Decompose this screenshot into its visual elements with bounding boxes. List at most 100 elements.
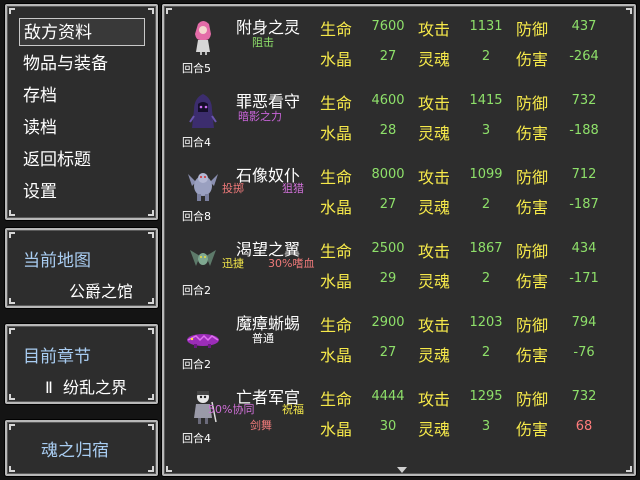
stat-value-def: 437 bbox=[571, 19, 597, 34]
enemy-skill: 普通 bbox=[252, 332, 274, 345]
frame-corner bbox=[9, 210, 15, 216]
frame-corner bbox=[166, 466, 172, 472]
stat-value-hp: 2900 bbox=[371, 315, 405, 330]
enemy-skill: 迅捷 bbox=[222, 257, 244, 270]
menu-item-enemy-info[interactable]: 敌方资料 bbox=[19, 18, 145, 46]
frame-corner bbox=[9, 424, 15, 430]
hooded-wraith-icon bbox=[186, 92, 220, 130]
stat-label-hp: 生命 bbox=[320, 242, 353, 261]
stat-label-crystal: 水晶 bbox=[320, 124, 353, 143]
stat-value-def: 434 bbox=[571, 241, 597, 256]
stat-value-dmg: -171 bbox=[569, 271, 599, 286]
stat-label-atk: 攻击 bbox=[418, 94, 451, 113]
stat-label-atk: 攻击 bbox=[418, 20, 451, 39]
enemy-row[interactable]: 回合4 罪恶看守 暗影之力 生命 4600 攻击 1415 防御 732 水晶 28 灵魂 3 伤害 -18… bbox=[164, 82, 634, 156]
stat-label-hp: 生命 bbox=[320, 316, 353, 335]
enemy-skill: 50%协同 bbox=[208, 403, 255, 416]
stat-label-crystal: 水晶 bbox=[320, 50, 353, 69]
stat-label-dmg: 伤害 bbox=[516, 50, 549, 69]
enemy-skill: 阻击 bbox=[252, 36, 274, 49]
menu-window: 敌方资料 物品与装备 存档 读档 返回标题 设置 bbox=[5, 4, 158, 220]
stat-value-atk: 1099 bbox=[469, 167, 503, 182]
stat-label-atk: 攻击 bbox=[418, 390, 451, 409]
menu-item-save[interactable]: 存档 bbox=[19, 82, 145, 110]
stat-value-dmg: -188 bbox=[569, 123, 599, 138]
soul-home-label: 魂之归宿 bbox=[41, 441, 109, 461]
stat-value-hp: 2500 bbox=[371, 241, 405, 256]
stat-label-soul: 灵魂 bbox=[418, 198, 451, 217]
frame-corner bbox=[626, 466, 632, 472]
enemy-row[interactable]: 回合2 魔瘴蜥蜴 普通 生命 2900 攻击 1203 防御 794 水晶 27 灵魂 2 伤害 -76 bbox=[164, 304, 634, 378]
gargoyle-icon bbox=[186, 166, 220, 204]
chapter-value: Ⅱ 纷乱之界 bbox=[45, 378, 128, 397]
enemy-row[interactable]: 回合5 附身之灵 阻击 生命 7600 攻击 1131 防御 437 水晶 27 灵魂 2 伤害 -264 bbox=[164, 8, 634, 82]
stat-value-def: 712 bbox=[571, 167, 597, 182]
stat-label-dmg: 伤害 bbox=[516, 346, 549, 365]
stat-label-def: 防御 bbox=[516, 168, 549, 187]
stat-label-def: 防御 bbox=[516, 20, 549, 39]
stat-value-def: 794 bbox=[571, 315, 597, 330]
stat-value-soul: 2 bbox=[481, 345, 491, 360]
stat-value-crystal: 30 bbox=[379, 419, 397, 434]
enemy-skill: 30%嗜血 bbox=[268, 257, 315, 270]
stat-label-crystal: 水晶 bbox=[320, 420, 353, 439]
chapter-window: 目前章节 Ⅱ 纷乱之界 bbox=[5, 324, 158, 404]
scroll-down-arrow-icon[interactable] bbox=[397, 467, 407, 473]
stat-value-dmg: -264 bbox=[569, 49, 599, 64]
enemy-turn: 回合4 bbox=[182, 136, 211, 149]
frame-corner bbox=[9, 328, 15, 334]
enemy-turn: 回合2 bbox=[182, 284, 211, 297]
stat-label-dmg: 伤害 bbox=[516, 198, 549, 217]
stat-label-crystal: 水晶 bbox=[320, 272, 353, 291]
frame-corner bbox=[148, 466, 154, 472]
enemy-row[interactable]: 回合2 渴望之翼 迅捷 30%嗜血 生命 2500 攻击 1867 防御 434 水晶 29 灵魂 2 伤害… bbox=[164, 230, 634, 304]
stat-label-atk: 攻击 bbox=[418, 168, 451, 187]
stat-value-hp: 8000 bbox=[371, 167, 405, 182]
enemy-skill: 剑舞 bbox=[250, 419, 272, 432]
menu-item-load[interactable]: 读档 bbox=[19, 114, 145, 142]
ghost-girl-icon bbox=[186, 18, 220, 56]
stat-value-atk: 1203 bbox=[469, 315, 503, 330]
stat-value-hp: 4600 bbox=[371, 93, 405, 108]
enemy-row[interactable]: 回合4 亡者军官 50%协同 祝福 剑舞 生命 4444 攻击 1295 防御 732 水晶 30 灵魂 3… bbox=[164, 378, 634, 452]
stat-value-atk: 1131 bbox=[469, 19, 503, 34]
stat-value-soul: 3 bbox=[481, 123, 491, 138]
enemy-list-window: 回合5 附身之灵 阻击 生命 7600 攻击 1131 防御 437 水晶 27 灵魂 2 伤害 -264 回… bbox=[162, 4, 636, 476]
stat-value-hp: 7600 bbox=[371, 19, 405, 34]
stat-value-crystal: 29 bbox=[379, 271, 397, 286]
stat-value-crystal: 27 bbox=[379, 197, 397, 212]
stat-label-atk: 攻击 bbox=[418, 242, 451, 261]
lizard-icon bbox=[186, 314, 220, 352]
stat-label-def: 防御 bbox=[516, 242, 549, 261]
enemy-turn: 回合2 bbox=[182, 358, 211, 371]
stat-value-soul: 2 bbox=[481, 271, 491, 286]
winged-bat-icon bbox=[186, 240, 220, 278]
enemy-turn: 回合4 bbox=[182, 432, 211, 445]
stat-value-dmg: 68 bbox=[575, 419, 593, 434]
stat-label-def: 防御 bbox=[516, 390, 549, 409]
frame-corner bbox=[9, 8, 15, 14]
stat-label-hp: 生命 bbox=[320, 168, 353, 187]
enemy-skill: 暗影之力 bbox=[238, 110, 282, 123]
stat-label-crystal: 水晶 bbox=[320, 346, 353, 365]
stat-value-crystal: 28 bbox=[379, 123, 397, 138]
stat-value-hp: 4444 bbox=[371, 389, 405, 404]
chapter-title: 目前章节 bbox=[23, 347, 91, 367]
current-map-value: 公爵之馆 bbox=[69, 282, 134, 301]
stat-label-soul: 灵魂 bbox=[418, 124, 451, 143]
stat-value-atk: 1415 bbox=[469, 93, 503, 108]
frame-corner bbox=[148, 394, 154, 400]
soul-home-window[interactable]: 魂之归宿 bbox=[5, 420, 158, 476]
stat-value-def: 732 bbox=[571, 389, 597, 404]
stat-value-dmg: -187 bbox=[569, 197, 599, 212]
menu-item-items-equipment[interactable]: 物品与装备 bbox=[19, 50, 145, 78]
frame-corner bbox=[148, 424, 154, 430]
enemy-row[interactable]: 回合8 石像奴仆 投掷 狙猎 生命 8000 攻击 1099 防御 712 水晶 27 灵魂 2 伤害 -18… bbox=[164, 156, 634, 230]
frame-corner bbox=[9, 298, 15, 304]
stat-label-hp: 生命 bbox=[320, 94, 353, 113]
stat-label-crystal: 水晶 bbox=[320, 198, 353, 217]
stat-label-soul: 灵魂 bbox=[418, 272, 451, 291]
menu-item-settings[interactable]: 设置 bbox=[19, 178, 145, 206]
stat-value-soul: 3 bbox=[481, 419, 491, 434]
menu-item-return-title[interactable]: 返回标题 bbox=[19, 146, 145, 174]
